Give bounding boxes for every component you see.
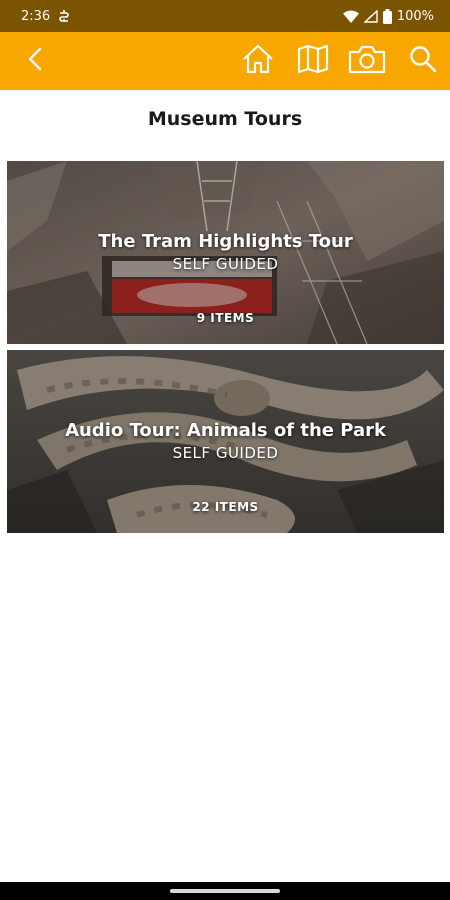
map-button[interactable] (290, 32, 336, 90)
status-bar: 2:36 100% (0, 0, 450, 32)
status-time: 2:36 (21, 8, 51, 24)
battery-percent: 100% (396, 8, 434, 24)
search-icon (409, 45, 437, 77)
home-button[interactable] (235, 32, 281, 90)
battery-icon (382, 8, 392, 24)
back-icon (26, 46, 44, 76)
tour-title: Audio Tour: Animals of the Park (65, 420, 386, 441)
wifi-icon (342, 10, 359, 23)
tour-item-count: 22 ITEMS (192, 500, 259, 514)
app-bar (0, 32, 450, 90)
signal-icon (363, 9, 378, 23)
status-left: 2:36 (21, 9, 70, 24)
tour-title: The Tram Highlights Tour (98, 231, 353, 252)
camera-icon (348, 44, 386, 78)
home-gesture-handle[interactable] (170, 889, 280, 893)
tour-type: SELF GUIDED (172, 444, 279, 462)
map-icon (297, 44, 329, 78)
camera-button[interactable] (344, 32, 390, 90)
back-button[interactable] (12, 32, 58, 90)
search-button[interactable] (400, 32, 446, 90)
tour-type: SELF GUIDED (172, 255, 279, 273)
status-right: 100% (342, 8, 434, 24)
tour-card[interactable]: Audio Tour: Animals of the Park SELF GUI… (7, 350, 444, 533)
sync-icon (58, 9, 70, 23)
home-icon (242, 44, 274, 78)
page-title: Museum Tours (147, 108, 303, 130)
tour-card[interactable]: The Tram Highlights Tour SELF GUIDED 9 I… (7, 161, 444, 344)
system-nav-bar (0, 882, 450, 900)
tour-item-count: 9 ITEMS (196, 311, 255, 325)
